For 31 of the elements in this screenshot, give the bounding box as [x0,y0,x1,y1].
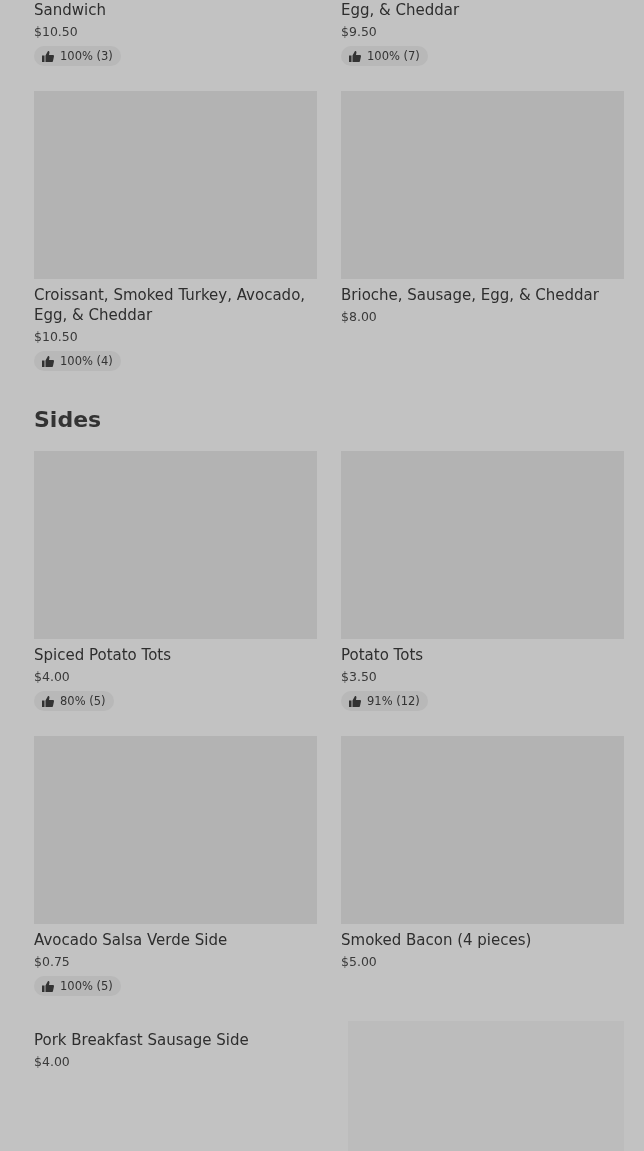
section-heading: Sides [34,406,103,434]
rating-badge: 80% (5) [34,691,114,711]
item-price: $4.00 [34,1053,71,1071]
item-name: Potato Tots [341,645,425,665]
thumbs-up-icon [349,695,361,707]
item-name: Egg, & Cheddar [341,0,461,20]
item-name: Avocado Salsa Verde Side [34,930,229,950]
thumbs-up-icon [42,50,54,62]
item-name: Croissant, Smoked Turkey, Avocado, Egg, & Cheddar [34,285,307,325]
item-price: $10.50 [34,23,79,41]
thumbs-up-icon [349,50,361,62]
item-name: Pork Breakfast Sausage Side [34,1030,249,1050]
item-price: $10.50 [34,328,79,346]
rating-badge: 100% (7) [341,46,428,66]
item-name: Spiced Potato Tots [34,645,173,665]
item-price: $4.00 [34,668,71,686]
thumbs-up-icon [42,980,54,992]
rating-badge: 91% (12) [341,691,428,711]
item-price: $9.50 [341,23,378,41]
rating-badge: 100% (5) [34,976,121,996]
item-name: Smoked Bacon (4 pieces) [341,930,533,950]
rating-badge: 100% (3) [34,46,121,66]
item-name: Brioche, Sausage, Egg, & Cheddar [341,285,600,305]
item-price: $0.75 [34,953,71,971]
item-price: $8.00 [341,308,378,326]
item-price: $5.00 [341,953,378,971]
item-name: Sandwich [34,0,107,20]
thumbs-up-icon [42,355,54,367]
thumbs-up-icon [42,695,54,707]
rating-badge: 100% (4) [34,351,121,371]
item-price: $3.50 [341,668,378,686]
